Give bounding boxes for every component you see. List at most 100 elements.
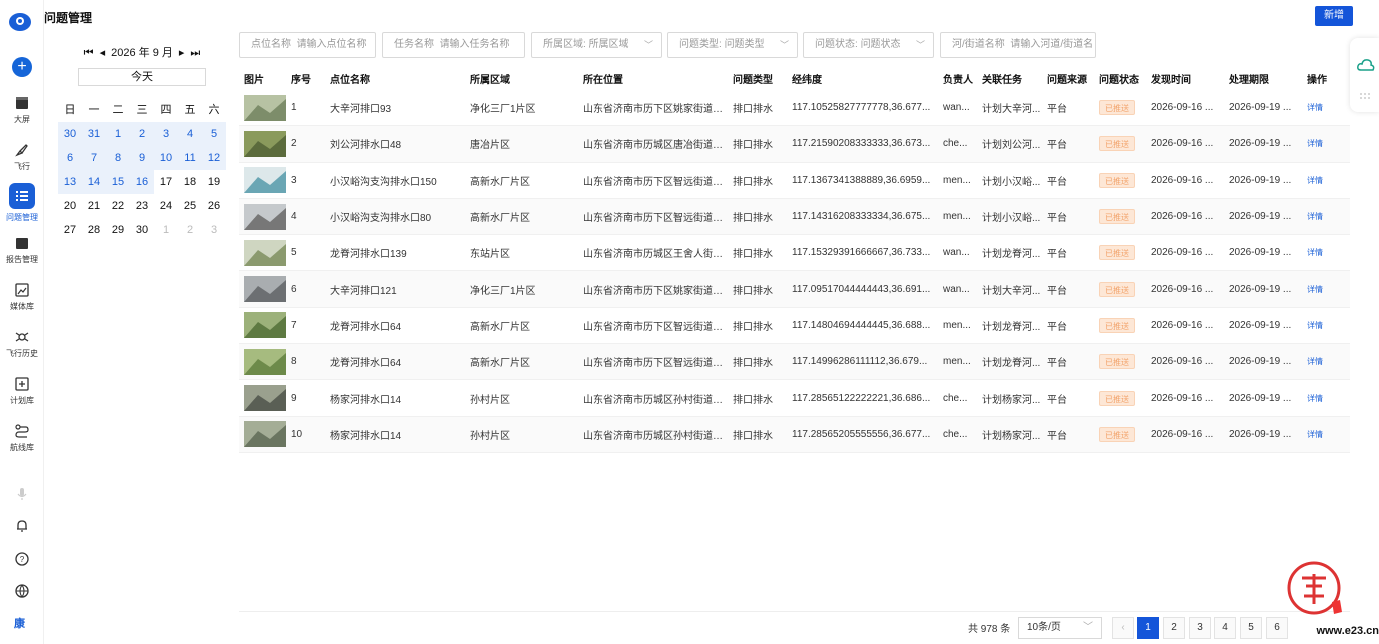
page-button[interactable]: 5 [1240,617,1262,639]
today-button[interactable]: 今天 [78,68,206,86]
table-row[interactable]: 4 小汉峪沟支沟排水口80 高新水厂片区 山东省济南市历下区智远街道开... 排口排水 1… [239,198,1350,236]
table-row[interactable]: 8 龙脊河排水口64 高新水厂片区 山东省济南市历下区智远街道凤... 排口排水 117.… [239,344,1350,381]
calendar-day[interactable]: 12 [202,146,226,170]
prev-month-icon[interactable]: ◂ [100,47,106,59]
calendar-day[interactable]: 2 [178,218,202,242]
calendar-day[interactable]: 9 [130,146,154,170]
prev-page-button[interactable]: ‹ [1112,617,1134,639]
detail-link[interactable]: 详情 [1307,320,1347,331]
calendar-day[interactable]: 27 [58,218,82,242]
next-month-icon[interactable]: ▸ [179,47,185,59]
detail-link[interactable]: 详情 [1307,211,1347,222]
detail-link[interactable]: 详情 [1307,393,1347,404]
next-year-icon[interactable]: ⏭ [190,47,200,59]
nav-item-flight[interactable]: 飞行 [0,142,44,172]
issue-thumbnail[interactable] [244,421,286,448]
table-row[interactable]: 5 龙脊河排水口139 东站片区 山东省济南市历城区王舍人街道... 排口排水 117.1… [239,235,1350,272]
detail-link[interactable]: 详情 [1307,356,1347,367]
add-button[interactable]: 新增 [1315,6,1353,26]
calendar-day[interactable]: 24 [154,194,178,218]
calendar-day[interactable]: 17 [154,170,178,194]
detail-link[interactable]: 详情 [1307,284,1347,295]
table-row[interactable]: 3 小汉峪沟支沟排水口150 高新水厂片区 山东省济南市历下区智远街道开... 排口排水… [239,163,1350,199]
table-row[interactable]: 9 杨家河排水口14 孙村片区 山东省济南市历城区孙村街道科... 排口排水 117.28… [239,380,1350,417]
issue-thumbnail[interactable] [244,94,286,121]
issue-type-select[interactable]: 问题类型: 问题类型 ﹀ [667,32,798,58]
issue-status-select[interactable]: 问题状态: 问题状态 ﹀ [803,32,934,58]
detail-link[interactable]: 详情 [1307,429,1347,440]
detail-link[interactable]: 详情 [1307,212,1323,221]
microphone-icon[interactable] [14,486,30,502]
detail-link[interactable]: 详情 [1307,285,1323,294]
table-row[interactable]: 10 杨家河排水口14 孙村片区 山东省济南市历城区孙村街道科... 排口排水 117.2… [239,416,1350,453]
task-name-filter[interactable]: 任务名称 请输入任务名称 [382,32,525,58]
issue-thumbnail[interactable] [244,276,286,303]
detail-link[interactable]: 详情 [1307,248,1323,257]
calendar-day[interactable]: 22 [106,194,130,218]
issue-thumbnail[interactable] [244,312,286,339]
calendar-day[interactable]: 29 [106,218,130,242]
calendar-day[interactable]: 6 [58,146,82,170]
nav-item-issues[interactable]: 问题管理 [0,183,44,223]
page-button[interactable]: 4 [1214,617,1236,639]
detail-link[interactable]: 详情 [1307,321,1323,330]
page-button[interactable]: 2 [1163,617,1185,639]
calendar-day[interactable]: 3 [202,218,226,242]
area-select[interactable]: 所属区域: 所属区域 ﹀ [531,32,662,58]
detail-link[interactable]: 详情 [1307,357,1323,366]
calendar-day[interactable]: 23 [130,194,154,218]
add-plus-button[interactable]: + [12,57,32,77]
calendar-day[interactable]: 30 [130,218,154,242]
calendar-day[interactable]: 8 [106,146,130,170]
issue-thumbnail[interactable] [244,239,286,266]
page-button[interactable]: 3 [1189,617,1211,639]
nav-item-reports[interactable]: 报告管理 [0,235,44,265]
calendar-day[interactable]: 30 [58,122,82,146]
issue-thumbnail[interactable] [244,203,286,230]
calendar-day[interactable]: 25 [178,194,202,218]
nav-item-plans[interactable]: 计划库 [0,376,44,406]
nav-item-routes[interactable]: 航线库 [0,423,44,453]
calendar-day[interactable]: 1 [154,218,178,242]
calendar-day[interactable]: 26 [202,194,226,218]
issue-thumbnail[interactable] [244,385,286,412]
calendar-day[interactable]: 15 [106,170,130,194]
issue-thumbnail[interactable] [244,130,286,157]
calendar-day[interactable]: 18 [178,170,202,194]
table-row[interactable]: 2 刘公河排水口48 唐冶片区 山东省济南市历城区唐冶街道经... 排口排水 117.21… [239,126,1350,163]
table-row[interactable]: 1 大辛河排口93 净化三厂1片区 山东省济南市历下区姚家街道工... 排口排水 117.… [239,90,1350,127]
calendar-day[interactable]: 2 [130,122,154,146]
calendar-day[interactable]: 3 [154,122,178,146]
calendar-day[interactable]: 16 [130,170,154,194]
cloud-icon[interactable] [1357,58,1375,72]
detail-link[interactable]: 详情 [1307,102,1347,113]
detail-link[interactable]: 详情 [1307,247,1347,258]
avatar[interactable]: 康 [14,615,25,631]
detail-link[interactable]: 详情 [1307,394,1323,403]
detail-link[interactable]: 详情 [1307,103,1323,112]
calendar-day[interactable]: 11 [178,146,202,170]
bell-icon[interactable] [14,518,30,534]
page-button[interactable]: 1 [1137,617,1159,639]
prev-year-icon[interactable]: ⏮ [84,47,94,59]
detail-link[interactable]: 详情 [1307,176,1323,185]
detail-link[interactable]: 详情 [1307,138,1347,149]
issue-thumbnail[interactable] [244,348,286,375]
drag-handle-icon[interactable] [1359,92,1371,100]
calendar-day[interactable]: 4 [178,122,202,146]
nav-item-dashboard[interactable]: 大屏 [0,95,44,125]
calendar-day[interactable]: 21 [82,194,106,218]
river-street-filter[interactable]: 河/街道名称 请输入河道/街道名 [940,32,1096,58]
issue-thumbnail[interactable] [244,167,286,194]
calendar-day[interactable]: 19 [202,170,226,194]
nav-item-flight-history[interactable]: 飞行历史 [0,329,44,359]
detail-link[interactable]: 详情 [1307,430,1323,439]
point-name-filter[interactable]: 点位名称 请输入点位名称 [239,32,376,58]
detail-link[interactable]: 详情 [1307,139,1323,148]
detail-link[interactable]: 详情 [1307,175,1347,186]
page-size-select[interactable]: 10条/页 ﹀ [1018,617,1102,639]
calendar-day[interactable]: 28 [82,218,106,242]
help-icon[interactable]: ? [14,551,30,567]
calendar-day[interactable]: 1 [106,122,130,146]
table-row[interactable]: 7 龙脊河排水口64 高新水厂片区 山东省济南市历下区智远街道凤... 排口排水 117.… [239,308,1350,345]
